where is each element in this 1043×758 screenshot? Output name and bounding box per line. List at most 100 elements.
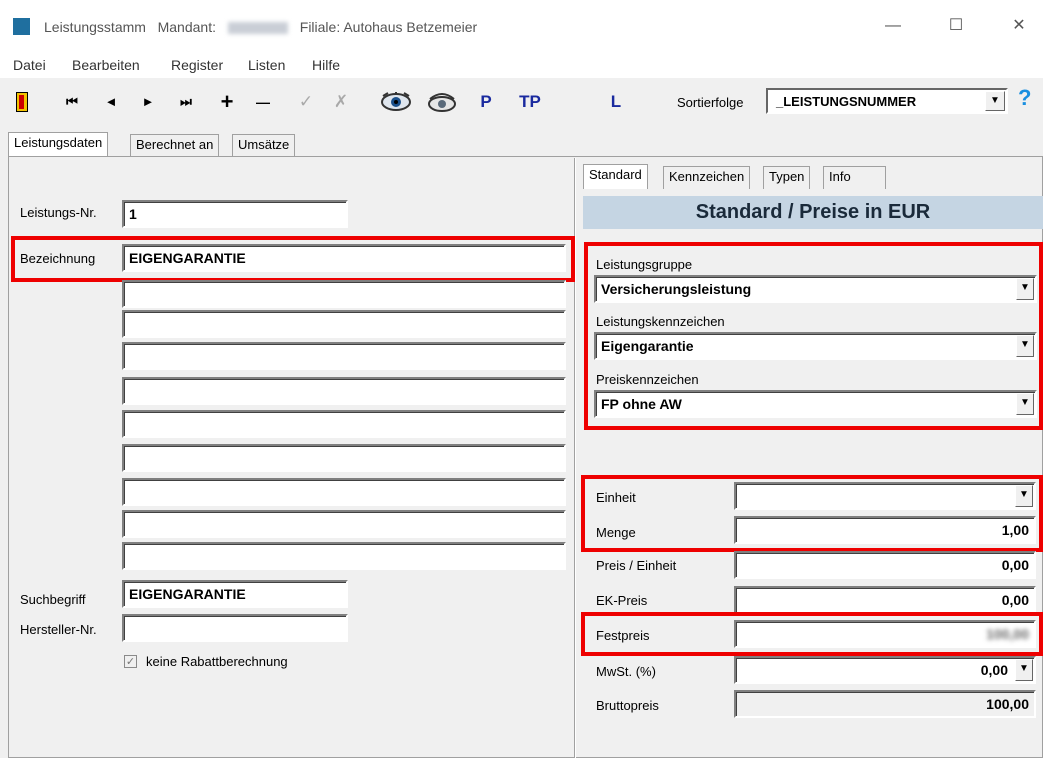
suchbegriff-input[interactable]: EIGENGARANTIE	[122, 580, 348, 608]
mwst-select[interactable]: 0,00 ▼	[734, 656, 1036, 684]
window-title-mandant: Mandant:	[157, 19, 216, 35]
bezeichnung-line-7[interactable]	[122, 444, 566, 472]
bezeichnung-line-4[interactable]	[122, 342, 566, 370]
mwst-label: MwSt. (%)	[596, 664, 656, 679]
exit-door-icon[interactable]	[16, 92, 28, 112]
tab-typen[interactable]: Typen	[763, 166, 811, 189]
close-button[interactable]: ✕	[1004, 14, 1034, 38]
add-record-icon[interactable]: +	[217, 91, 237, 113]
ek-preis-input[interactable]: 0,00	[734, 586, 1036, 614]
bruttopreis-value: 100,00	[986, 696, 1029, 712]
next-record-icon[interactable]: ►	[138, 91, 158, 113]
cancel-icon[interactable]: ✗	[331, 91, 351, 113]
sort-value: _LEISTUNGSNUMMER	[776, 94, 917, 109]
bezeichnung-value: EIGENGARANTIE	[129, 250, 246, 266]
sort-select[interactable]: _LEISTUNGSNUMMER ▼	[766, 88, 1008, 114]
first-record-icon[interactable]: ⏮	[62, 91, 82, 113]
preiskennzeichen-label: Preiskennzeichen	[596, 372, 699, 387]
app-icon	[13, 18, 30, 35]
menu-bar	[0, 52, 1043, 78]
delete-record-icon[interactable]: —	[252, 91, 274, 113]
leistungskennzeichen-value: Eigengarantie	[601, 338, 694, 354]
suchbegriff-value: EIGENGARANTIE	[129, 586, 246, 602]
leistungskennzeichen-label: Leistungskennzeichen	[596, 314, 725, 329]
preis-einheit-label: Preis / Einheit	[596, 558, 677, 573]
help-icon[interactable]: ?	[1018, 85, 1031, 111]
preis-einheit-input[interactable]: 0,00	[734, 551, 1036, 579]
bezeichnung-input[interactable]: EIGENGARANTIE	[122, 244, 566, 272]
bruttopreis-label: Bruttopreis	[596, 698, 659, 713]
tp-button[interactable]: TP	[512, 91, 548, 113]
festpreis-input[interactable]: 100,00	[734, 620, 1036, 648]
festpreis-value: 100,00	[986, 626, 1029, 642]
maximize-button[interactable]: ☐	[941, 14, 971, 38]
preiskennzeichen-select[interactable]: FP ohne AW ▼	[594, 390, 1037, 418]
tab-standard[interactable]: Standard	[583, 164, 648, 189]
tab-kennzeichen[interactable]: Kennzeichen	[663, 166, 751, 189]
ek-preis-value: 0,00	[1001, 592, 1029, 608]
menu-bearbeiten[interactable]: Bearbeiten	[72, 57, 140, 73]
bezeichnung-line-6[interactable]	[122, 410, 566, 438]
rabatt-checkbox[interactable]: ✓	[124, 655, 137, 668]
menu-hilfe[interactable]: Hilfe	[312, 57, 340, 73]
right-tab-strip: Standard Kennzeichen Typen Info	[583, 164, 1003, 189]
confirm-icon[interactable]: ✓	[296, 91, 316, 113]
leistungs-nr-value: 1	[129, 206, 137, 222]
chevron-down-icon[interactable]: ▼	[985, 91, 1005, 111]
leistungskennzeichen-select[interactable]: Eigengarantie ▼	[594, 332, 1037, 360]
leistungs-nr-input[interactable]: 1	[122, 200, 348, 228]
mandant-redacted	[227, 22, 288, 35]
p-button[interactable]: P	[476, 91, 496, 113]
prev-record-icon[interactable]: ◄	[101, 91, 121, 113]
chevron-down-icon[interactable]: ▼	[1016, 278, 1034, 300]
leistungsgruppe-value: Versicherungsleistung	[601, 281, 752, 297]
leistungsgruppe-label: Leistungsgruppe	[596, 257, 693, 272]
einheit-select[interactable]: ▼	[734, 482, 1036, 510]
bezeichnung-line-9[interactable]	[122, 510, 566, 538]
view-eye-icon[interactable]	[380, 91, 412, 113]
bezeichnung-line-10[interactable]	[122, 542, 566, 570]
bezeichnung-line-8[interactable]	[122, 478, 566, 506]
menge-input[interactable]: 1,00	[734, 516, 1036, 544]
last-record-icon[interactable]: ⏭	[175, 91, 197, 113]
preiskennzeichen-value: FP ohne AW	[601, 396, 682, 412]
menu-datei[interactable]: Datei	[13, 57, 46, 73]
view-eye-alt-icon[interactable]	[426, 91, 458, 113]
suchbegriff-label: Suchbegriff	[20, 592, 86, 607]
preis-einheit-value: 0,00	[1001, 557, 1029, 573]
window-title-filiale: Filiale: Autohaus Betzemeier	[299, 19, 478, 35]
chevron-down-icon[interactable]: ▼	[1016, 393, 1034, 415]
mwst-value: 0,00	[980, 662, 1008, 678]
main-tab-strip: Leistungsdaten Berechnet an Umsätze	[8, 132, 608, 157]
tab-leistungsdaten[interactable]: Leistungsdaten	[8, 132, 109, 157]
minimize-button[interactable]: —	[878, 14, 908, 38]
chevron-down-icon[interactable]: ▼	[1016, 335, 1034, 357]
standard-header: Standard / Preise in EUR	[583, 196, 1043, 229]
leistungs-nr-label: Leistungs-Nr.	[20, 205, 97, 220]
window-title-app: Leistungsstamm	[44, 19, 146, 35]
chevron-down-icon[interactable]: ▼	[1015, 659, 1033, 681]
hersteller-nr-input[interactable]	[122, 614, 348, 642]
bruttopreis-field: 100,00	[734, 690, 1036, 718]
menu-register[interactable]: Register	[171, 57, 223, 73]
bezeichnung-line-5[interactable]	[122, 377, 566, 405]
festpreis-label: Festpreis	[596, 628, 650, 643]
tab-berechnet-an[interactable]: Berechnet an	[130, 134, 220, 157]
menu-listen[interactable]: Listen	[248, 57, 285, 73]
l-button[interactable]: L	[606, 91, 626, 113]
menge-value: 1,00	[1001, 522, 1029, 538]
einheit-label: Einheit	[596, 490, 636, 505]
hersteller-nr-label: Hersteller-Nr.	[20, 622, 97, 637]
ek-preis-label: EK-Preis	[596, 593, 648, 608]
bezeichnung-line-2[interactable]	[122, 280, 566, 308]
rabatt-label: keine Rabattberechnung	[146, 654, 288, 669]
menge-label: Menge	[596, 525, 636, 540]
bezeichnung-line-3[interactable]	[122, 310, 566, 338]
sort-label: Sortierfolge	[677, 95, 744, 110]
bezeichnung-label: Bezeichnung	[20, 251, 96, 266]
tab-umsaetze[interactable]: Umsätze	[232, 134, 296, 157]
chevron-down-icon[interactable]: ▼	[1015, 485, 1033, 507]
tab-info[interactable]: Info	[823, 166, 886, 189]
leistungsgruppe-select[interactable]: Versicherungsleistung ▼	[594, 275, 1037, 303]
window-title: Leistungsstamm Mandant: Filiale: Autohau…	[44, 19, 477, 35]
